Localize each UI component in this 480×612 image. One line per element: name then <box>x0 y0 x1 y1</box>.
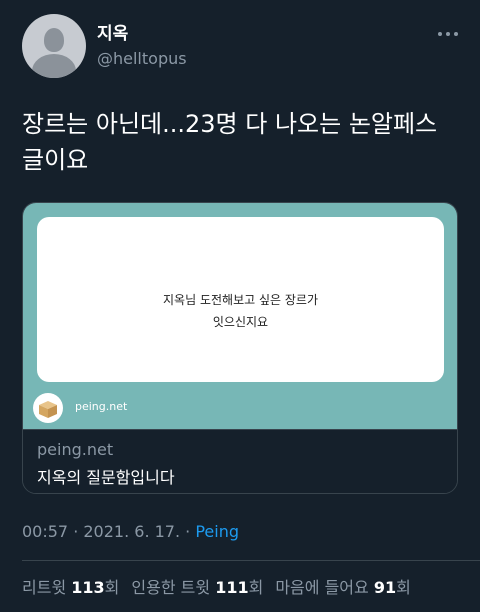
peing-box-icon <box>33 393 63 423</box>
likes-unit: 회 <box>396 578 411 597</box>
avatar[interactable] <box>22 14 86 78</box>
card-image[interactable]: 지옥님 도전해보고 싶은 장르가 잇으신지요 peing.net <box>23 203 457 429</box>
quotes-stat[interactable]: 인용한 트윗 111회 <box>131 578 263 597</box>
card-info[interactable]: peing.net 지옥의 질문함입니다 <box>23 429 457 493</box>
retweets-unit: 회 <box>104 578 120 597</box>
tweet-date[interactable]: 2021. 6. 17. <box>83 522 180 541</box>
author-display-name[interactable]: 지옥 <box>97 24 128 44</box>
likes-stat[interactable]: 마음에 들어요 91회 <box>275 578 411 597</box>
card-title: 지옥의 질문함입니다 <box>37 468 175 487</box>
quotes-count: 111 <box>215 578 249 597</box>
question-text: 지옥님 도전해보고 싶은 장르가 잇으신지요 <box>163 293 318 329</box>
meta-separator: · <box>68 522 84 541</box>
retweets-label: 리트윗 <box>22 578 67 597</box>
tweet-source-link[interactable]: Peing <box>195 522 239 541</box>
author-handle[interactable]: @helltopus <box>97 49 187 69</box>
more-horizontal-icon[interactable] <box>436 28 460 40</box>
likes-count: 91 <box>373 578 397 597</box>
quotes-label: 인용한 트윗 <box>131 578 211 597</box>
avatar-body-shape <box>32 54 76 78</box>
tweet-time[interactable]: 00:57 <box>22 522 68 541</box>
likes-label: 마음에 들어요 <box>275 578 369 597</box>
retweets-stat[interactable]: 리트윗 113회 <box>22 578 119 597</box>
tweet-stats: 리트윗 113회 인용한 트윗 111회 마음에 들어요 91회 <box>22 574 411 598</box>
tweet-text: 장르는 아닌데...23명 다 나오는 논알페스 글이요 <box>22 110 438 174</box>
tweet-meta: 00:57 · 2021. 6. 17. · Peing <box>22 522 239 541</box>
retweets-count: 113 <box>71 578 105 597</box>
divider <box>22 560 480 561</box>
card-domain: peing.net <box>37 440 114 459</box>
link-card[interactable]: 지옥님 도전해보고 싶은 장르가 잇으신지요 peing.net peing.n… <box>22 202 458 494</box>
question-box: 지옥님 도전해보고 싶은 장르가 잇으신지요 <box>37 217 444 382</box>
avatar-head-shape <box>44 28 64 52</box>
meta-separator: · <box>180 522 196 541</box>
card-footer-domain: peing.net <box>75 400 128 413</box>
quotes-unit: 회 <box>248 578 264 597</box>
tweet-header: 지옥 @helltopus <box>22 14 460 80</box>
